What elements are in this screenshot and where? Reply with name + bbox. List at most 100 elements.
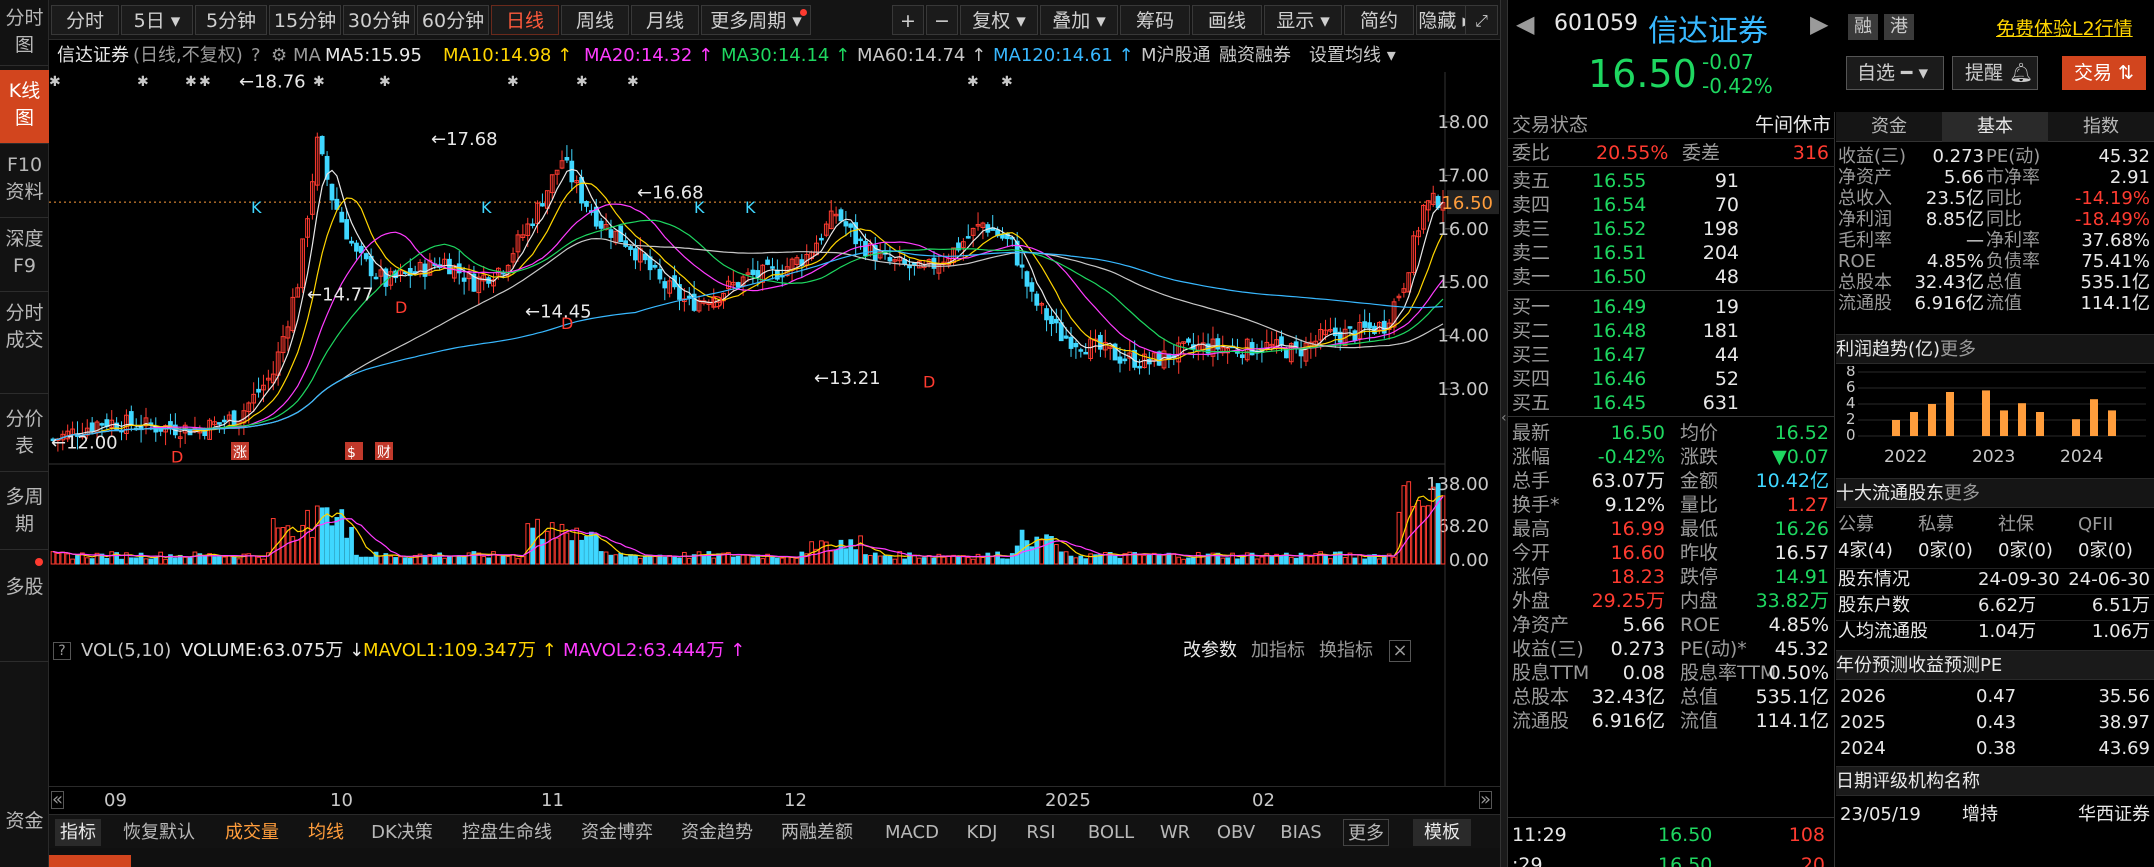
fin-label: 总值 bbox=[1986, 272, 2022, 293]
fin-value: -18.49% bbox=[2074, 209, 2150, 230]
margin-label[interactable]: 融资融券 bbox=[1219, 40, 1291, 72]
period-week[interactable]: 周线 bbox=[561, 5, 629, 35]
volume-bar bbox=[1024, 540, 1030, 565]
sell-level: 卖五 16.55 91 bbox=[1508, 168, 1835, 195]
chart-mode: (日线,不复权) bbox=[133, 45, 243, 66]
period-60min[interactable]: 60分钟 bbox=[417, 5, 489, 35]
chips-button[interactable]: 筹码 bbox=[1120, 5, 1190, 35]
tab-dk[interactable]: DK决策 bbox=[367, 819, 437, 846]
add-indicator-button[interactable]: 加指标 bbox=[1251, 636, 1305, 666]
adjust-button[interactable]: 复权 ▾ bbox=[960, 5, 1038, 35]
tab-volume[interactable]: 成交量 bbox=[219, 819, 285, 846]
scroll-right-icon[interactable]: » bbox=[1479, 791, 1493, 809]
tab-funds[interactable]: 资金 bbox=[0, 800, 49, 867]
alert-button[interactable]: 提醒 🔔︎ bbox=[1952, 56, 2038, 90]
period-more[interactable]: 更多周期 ▾ bbox=[701, 5, 811, 35]
stat-value: 14.91 bbox=[1774, 566, 1829, 588]
tab-more[interactable]: 更多 bbox=[1343, 819, 1389, 846]
zoom-in-button[interactable]: + bbox=[892, 5, 924, 35]
volume-bar bbox=[701, 555, 707, 565]
scroll-left-icon[interactable]: « bbox=[51, 791, 65, 809]
period-timeshare[interactable]: 分时 bbox=[51, 5, 119, 35]
close-icon[interactable]: × bbox=[1389, 640, 1411, 662]
period-day[interactable]: 日线 bbox=[491, 5, 559, 35]
tab-price-table[interactable]: 分价表 bbox=[0, 396, 49, 472]
tab-indicators[interactable]: 指标 bbox=[55, 819, 101, 846]
stat-row: 股息TTM 0.08 股息率TTM 0.50% bbox=[1508, 660, 1835, 687]
volume-bar bbox=[1220, 557, 1226, 565]
tab-restore-default[interactable]: 恢复默认 bbox=[119, 819, 199, 846]
stat-label: 净资产 bbox=[1512, 614, 1570, 636]
tab-depth[interactable]: 深度F9 bbox=[0, 220, 49, 292]
fin-tab[interactable]: 基本 bbox=[1942, 112, 2048, 142]
vol-help-icon[interactable]: ? bbox=[53, 642, 71, 660]
tick-time: 11:29 bbox=[1512, 824, 1567, 846]
hkconnect-label[interactable]: M沪股通 bbox=[1141, 40, 1211, 72]
profit-bar bbox=[1910, 412, 1918, 436]
period-5min[interactable]: 5分钟 bbox=[195, 5, 267, 35]
volume-bar bbox=[251, 555, 257, 565]
ma-settings[interactable]: 设置均线 ▾ bbox=[1309, 40, 1396, 72]
stat-row: 最新 16.50 均价 16.52 bbox=[1508, 420, 1835, 447]
period-month[interactable]: 月线 bbox=[631, 5, 699, 35]
tab-fund-trend[interactable]: 资金趋势 bbox=[677, 819, 757, 846]
kline-chart[interactable]: ✱ ✱ ✱ ✱ ✱ ✱ ✱ ✱ ✱ ✱ ✱涨 $ 财 18.0017.0016.0015.0014.00… bbox=[49, 72, 1500, 786]
volume-bar bbox=[295, 539, 301, 565]
watchlist-button[interactable]: 自选 ━ ▾ bbox=[1846, 56, 1944, 90]
webi-value: 20.55% bbox=[1596, 142, 1669, 164]
tab-boll[interactable]: BOLL bbox=[1083, 819, 1139, 846]
trade-button[interactable]: 交易 ⇅ bbox=[2062, 56, 2146, 90]
fullscreen-icon[interactable]: ⤢ bbox=[1465, 5, 1498, 35]
more-link: 更多 bbox=[1940, 339, 1977, 360]
tab-control-line[interactable]: 控盘生命线 bbox=[459, 819, 555, 846]
tab-trades[interactable]: 分时成交 bbox=[0, 294, 49, 394]
edit-params-button[interactable]: 改参数 bbox=[1183, 636, 1237, 666]
collapse-icon[interactable]: ‹ bbox=[1501, 410, 1507, 426]
tab-macd[interactable]: MACD bbox=[882, 819, 942, 846]
tab-multi-period[interactable]: 多周期 bbox=[0, 474, 49, 550]
tab-bias[interactable]: BIAS bbox=[1275, 819, 1327, 846]
help-icon[interactable]: ? bbox=[251, 40, 261, 72]
panel-splitter[interactable]: ‹ bbox=[1500, 0, 1508, 867]
fin-tab[interactable]: 资金 bbox=[1836, 112, 1942, 142]
tab-margin-diff[interactable]: 两融差额 bbox=[777, 819, 857, 846]
l2-promo-link[interactable]: 免费体验L2行情 bbox=[1996, 14, 2133, 41]
simple-button[interactable]: 简约 bbox=[1344, 5, 1414, 35]
display-button[interactable]: 显示 ▾ bbox=[1264, 5, 1342, 35]
candle-body bbox=[461, 277, 467, 282]
overlay-button[interactable]: 叠加 ▾ bbox=[1040, 5, 1118, 35]
stat-row: 最高 16.99 最低 16.26 bbox=[1508, 516, 1835, 543]
time-axis: « 09 10 11 12 2025 02 » bbox=[49, 786, 1500, 814]
tab-kdj[interactable]: KDJ bbox=[959, 819, 1005, 846]
volume-bar bbox=[1435, 483, 1441, 565]
draw-button[interactable]: 画线 bbox=[1192, 5, 1262, 35]
h-scrollbar[interactable] bbox=[49, 848, 1500, 867]
tab-f10[interactable]: F10资料 bbox=[0, 146, 49, 218]
swap-indicator-button[interactable]: 换指标 bbox=[1319, 636, 1373, 666]
tab-multi-stock[interactable]: 多股 bbox=[0, 552, 49, 662]
tab-ma[interactable]: 均线 bbox=[303, 819, 349, 846]
tab-kline[interactable]: K线图 bbox=[0, 70, 49, 144]
volume-bar bbox=[270, 518, 276, 565]
tab-template[interactable]: 模板 bbox=[1413, 819, 1471, 846]
tab-rsi[interactable]: RSI bbox=[1021, 819, 1061, 846]
gear-icon[interactable]: ⚙ bbox=[271, 40, 287, 72]
period-30min[interactable]: 30分钟 bbox=[343, 5, 415, 35]
price-grid bbox=[49, 72, 1446, 786]
zoom-out-button[interactable]: − bbox=[926, 5, 958, 35]
tab-obv[interactable]: OBV bbox=[1213, 819, 1259, 846]
period-5day[interactable]: 5日 ▾ bbox=[121, 5, 193, 35]
scroll-thumb[interactable] bbox=[49, 855, 131, 867]
fin-tab[interactable]: 指数 bbox=[2048, 112, 2154, 142]
tab-wr[interactable]: WR bbox=[1155, 819, 1195, 846]
event-badge-text: 财 bbox=[377, 445, 391, 461]
tab-timeshare[interactable]: 分时图 bbox=[0, 2, 49, 66]
next-stock-icon[interactable]: ▶ bbox=[1810, 10, 1828, 38]
period-15min[interactable]: 15分钟 bbox=[269, 5, 341, 35]
volume-bar bbox=[1298, 552, 1304, 565]
prev-stock-icon[interactable]: ◀ bbox=[1516, 10, 1534, 38]
price-annotation: ←18.76 bbox=[239, 72, 306, 92]
tab-fund-game[interactable]: 资金博弈 bbox=[577, 819, 657, 846]
book-divider bbox=[1508, 290, 1835, 291]
candle-body bbox=[368, 255, 374, 277]
